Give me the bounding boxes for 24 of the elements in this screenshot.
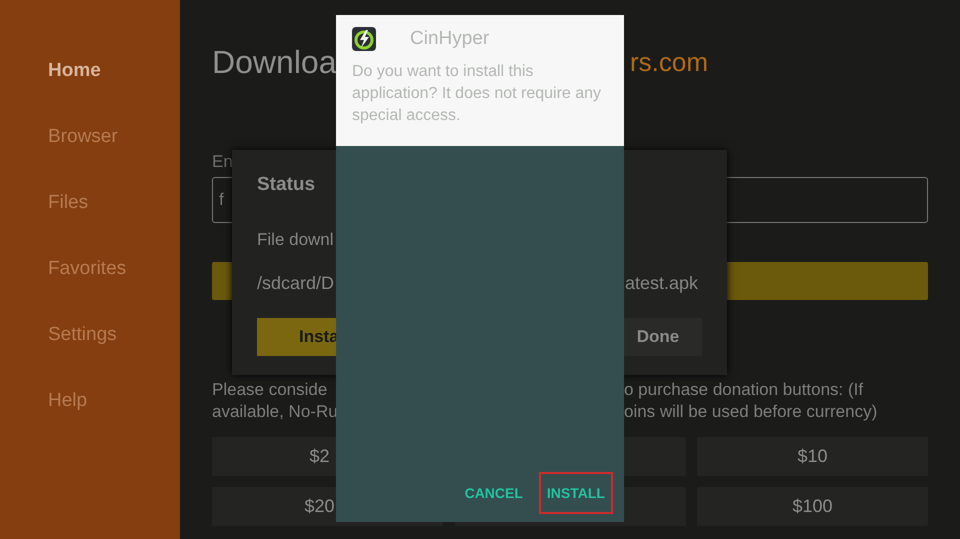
page-title: rs.com [630, 46, 709, 78]
sidebar-item[interactable]: Home [48, 58, 180, 84]
status-message: File downl [257, 230, 335, 250]
sidebar-item[interactable]: Files [48, 190, 180, 216]
donation-note: Please conside [212, 380, 328, 401]
sidebar-item[interactable]: Help [48, 388, 180, 414]
file-path: /sdcard/D [257, 273, 334, 294]
page-title: Downloa [212, 44, 337, 80]
donation-note: oins will be used before currency) [624, 402, 878, 423]
cancel-button[interactable]: CANCEL [456, 472, 531, 514]
dialog-title: Status [257, 174, 316, 196]
donation-note: o purchase donation buttons: (If [624, 380, 864, 401]
donation-button[interactable]: $10 [697, 437, 928, 476]
install-button[interactable]: INSTALL [538, 472, 613, 514]
donation-button[interactable]: $100 [697, 487, 928, 526]
install-message: Do you want to install this application? It does not require any special access. [352, 62, 602, 126]
file-path: atest.apk [624, 273, 698, 294]
url-label: En [212, 152, 234, 172]
sidebar-item[interactable]: Browser [48, 124, 180, 150]
sidebar-item[interactable]: Favorites [48, 256, 180, 282]
app-icon [352, 27, 376, 51]
sidebar-item[interactable]: Settings [48, 322, 180, 348]
donation-note: available, No-Ru [212, 402, 339, 423]
app-name: CinHyper [410, 28, 490, 50]
